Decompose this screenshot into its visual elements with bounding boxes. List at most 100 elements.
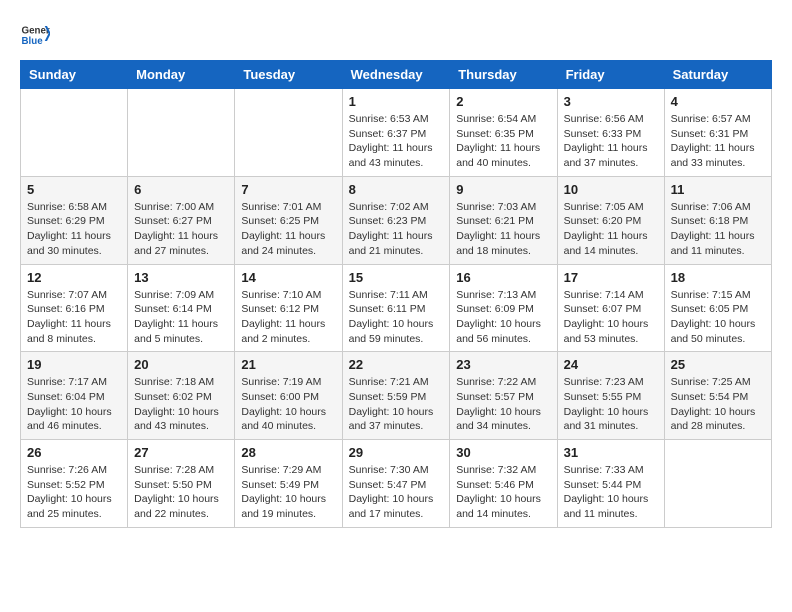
day-number: 13: [134, 270, 228, 285]
day-info: Sunrise: 7:19 AMSunset: 6:00 PMDaylight:…: [241, 375, 335, 434]
day-cell: 21 Sunrise: 7:19 AMSunset: 6:00 PMDayligh…: [235, 352, 342, 440]
week-row-2: 5 Sunrise: 6:58 AMSunset: 6:29 PMDaylight…: [21, 176, 772, 264]
day-info: Sunrise: 7:21 AMSunset: 5:59 PMDaylight:…: [349, 375, 444, 434]
day-number: 5: [27, 182, 121, 197]
day-cell: 29 Sunrise: 7:30 AMSunset: 5:47 PMDayligh…: [342, 440, 450, 528]
day-info: Sunrise: 7:22 AMSunset: 5:57 PMDaylight:…: [456, 375, 550, 434]
day-cell: [235, 89, 342, 177]
day-cell: 4 Sunrise: 6:57 AMSunset: 6:31 PMDaylight…: [664, 89, 771, 177]
day-info: Sunrise: 7:30 AMSunset: 5:47 PMDaylight:…: [349, 463, 444, 522]
day-number: 24: [564, 357, 658, 372]
day-number: 23: [456, 357, 550, 372]
day-cell: 12 Sunrise: 7:07 AMSunset: 6:16 PMDayligh…: [21, 264, 128, 352]
day-cell: 20 Sunrise: 7:18 AMSunset: 6:02 PMDayligh…: [128, 352, 235, 440]
day-cell: 30Sunrise: 7:32 AMSunset: 5:46 PMDayligh…: [450, 440, 557, 528]
day-cell: 5 Sunrise: 6:58 AMSunset: 6:29 PMDaylight…: [21, 176, 128, 264]
day-number: 19: [27, 357, 121, 372]
day-cell: 6 Sunrise: 7:00 AMSunset: 6:27 PMDaylight…: [128, 176, 235, 264]
day-cell: 3Sunrise: 6:56 AMSunset: 6:33 PMDaylight…: [557, 89, 664, 177]
day-number: 29: [349, 445, 444, 460]
day-number: 18: [671, 270, 765, 285]
logo: General Blue: [20, 20, 54, 50]
day-number: 27: [134, 445, 228, 460]
weekday-header-tuesday: Tuesday: [235, 61, 342, 89]
day-cell: 16Sunrise: 7:13 AMSunset: 6:09 PMDayligh…: [450, 264, 557, 352]
day-cell: 1 Sunrise: 6:53 AMSunset: 6:37 PMDaylight…: [342, 89, 450, 177]
day-number: 7: [241, 182, 335, 197]
day-cell: 19 Sunrise: 7:17 AMSunset: 6:04 PMDayligh…: [21, 352, 128, 440]
day-info: Sunrise: 7:13 AMSunset: 6:09 PMDaylight:…: [456, 288, 550, 347]
day-info: Sunrise: 7:25 AMSunset: 5:54 PMDaylight:…: [671, 375, 765, 434]
day-number: 21: [241, 357, 335, 372]
day-number: 28: [241, 445, 335, 460]
calendar-table: SundayMondayTuesdayWednesdayThursdayFrid…: [20, 60, 772, 528]
day-cell: 18 Sunrise: 7:15 AMSunset: 6:05 PMDayligh…: [664, 264, 771, 352]
day-info: Sunrise: 7:17 AMSunset: 6:04 PMDaylight:…: [27, 375, 121, 434]
day-cell: 23 Sunrise: 7:22 AMSunset: 5:57 PMDayligh…: [450, 352, 557, 440]
day-cell: 13 Sunrise: 7:09 AMSunset: 6:14 PMDayligh…: [128, 264, 235, 352]
day-info: Sunrise: 7:07 AMSunset: 6:16 PMDaylight:…: [27, 288, 121, 347]
day-info: Sunrise: 7:23 AMSunset: 5:55 PMDaylight:…: [564, 375, 658, 434]
day-cell: [128, 89, 235, 177]
day-number: 20: [134, 357, 228, 372]
day-info: Sunrise: 7:05 AMSunset: 6:20 PMDaylight:…: [564, 200, 658, 259]
day-info: Sunrise: 7:33 AMSunset: 5:44 PMDaylight:…: [564, 463, 658, 522]
page-header: General Blue: [20, 20, 772, 50]
day-cell: 7 Sunrise: 7:01 AMSunset: 6:25 PMDaylight…: [235, 176, 342, 264]
day-cell: 10 Sunrise: 7:05 AMSunset: 6:20 PMDayligh…: [557, 176, 664, 264]
day-cell: 26 Sunrise: 7:26 AMSunset: 5:52 PMDayligh…: [21, 440, 128, 528]
day-info: Sunrise: 7:32 AMSunset: 5:46 PMDaylight:…: [456, 463, 550, 522]
weekday-header-monday: Monday: [128, 61, 235, 89]
day-number: 15: [349, 270, 444, 285]
week-row-4: 19 Sunrise: 7:17 AMSunset: 6:04 PMDayligh…: [21, 352, 772, 440]
day-info: Sunrise: 7:03 AMSunset: 6:21 PMDaylight:…: [456, 200, 550, 259]
day-number: 14: [241, 270, 335, 285]
day-info: Sunrise: 7:11 AMSunset: 6:11 PMDaylight:…: [349, 288, 444, 347]
day-info: Sunrise: 6:57 AMSunset: 6:31 PMDaylight:…: [671, 112, 765, 171]
day-info: Sunrise: 7:18 AMSunset: 6:02 PMDaylight:…: [134, 375, 228, 434]
weekday-header-row: SundayMondayTuesdayWednesdayThursdayFrid…: [21, 61, 772, 89]
day-number: 8: [349, 182, 444, 197]
week-row-3: 12 Sunrise: 7:07 AMSunset: 6:16 PMDayligh…: [21, 264, 772, 352]
weekday-header-thursday: Thursday: [450, 61, 557, 89]
day-cell: 15 Sunrise: 7:11 AMSunset: 6:11 PMDayligh…: [342, 264, 450, 352]
day-number: 10: [564, 182, 658, 197]
day-number: 4: [671, 94, 765, 109]
day-cell: 27Sunrise: 7:28 AMSunset: 5:50 PMDayligh…: [128, 440, 235, 528]
day-number: 2: [456, 94, 550, 109]
week-row-1: 1 Sunrise: 6:53 AMSunset: 6:37 PMDaylight…: [21, 89, 772, 177]
day-info: Sunrise: 6:54 AMSunset: 6:35 PMDaylight:…: [456, 112, 550, 171]
day-info: Sunrise: 7:09 AMSunset: 6:14 PMDaylight:…: [134, 288, 228, 347]
day-cell: 17Sunrise: 7:14 AMSunset: 6:07 PMDayligh…: [557, 264, 664, 352]
weekday-header-saturday: Saturday: [664, 61, 771, 89]
day-info: Sunrise: 7:26 AMSunset: 5:52 PMDaylight:…: [27, 463, 121, 522]
day-number: 31: [564, 445, 658, 460]
day-cell: 31 Sunrise: 7:33 AMSunset: 5:44 PMDayligh…: [557, 440, 664, 528]
day-number: 11: [671, 182, 765, 197]
day-cell: 22Sunrise: 7:21 AMSunset: 5:59 PMDayligh…: [342, 352, 450, 440]
day-number: 26: [27, 445, 121, 460]
day-info: Sunrise: 6:58 AMSunset: 6:29 PMDaylight:…: [27, 200, 121, 259]
day-info: Sunrise: 7:15 AMSunset: 6:05 PMDaylight:…: [671, 288, 765, 347]
logo-icon: General Blue: [20, 20, 50, 50]
day-cell: 25 Sunrise: 7:25 AMSunset: 5:54 PMDayligh…: [664, 352, 771, 440]
week-row-5: 26 Sunrise: 7:26 AMSunset: 5:52 PMDayligh…: [21, 440, 772, 528]
day-number: 6: [134, 182, 228, 197]
day-info: Sunrise: 6:53 AMSunset: 6:37 PMDaylight:…: [349, 112, 444, 171]
day-info: Sunrise: 7:02 AMSunset: 6:23 PMDaylight:…: [349, 200, 444, 259]
day-info: Sunrise: 6:56 AMSunset: 6:33 PMDaylight:…: [564, 112, 658, 171]
day-cell: 14Sunrise: 7:10 AMSunset: 6:12 PMDayligh…: [235, 264, 342, 352]
day-number: 17: [564, 270, 658, 285]
day-info: Sunrise: 7:00 AMSunset: 6:27 PMDaylight:…: [134, 200, 228, 259]
day-number: 12: [27, 270, 121, 285]
day-cell: 24 Sunrise: 7:23 AMSunset: 5:55 PMDayligh…: [557, 352, 664, 440]
day-number: 9: [456, 182, 550, 197]
day-cell: 8 Sunrise: 7:02 AMSunset: 6:23 PMDaylight…: [342, 176, 450, 264]
day-number: 1: [349, 94, 444, 109]
day-info: Sunrise: 7:06 AMSunset: 6:18 PMDaylight:…: [671, 200, 765, 259]
weekday-header-wednesday: Wednesday: [342, 61, 450, 89]
day-info: Sunrise: 7:01 AMSunset: 6:25 PMDaylight:…: [241, 200, 335, 259]
day-number: 25: [671, 357, 765, 372]
day-cell: [664, 440, 771, 528]
day-cell: 2 Sunrise: 6:54 AMSunset: 6:35 PMDaylight…: [450, 89, 557, 177]
